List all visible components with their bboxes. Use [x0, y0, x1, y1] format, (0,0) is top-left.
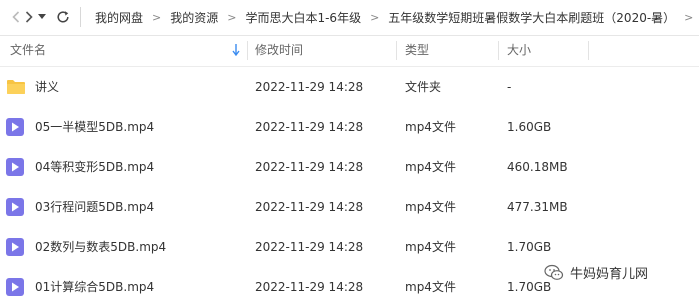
breadcrumb-item-series[interactable]: 学而思大白本1-6年级	[245, 9, 361, 26]
file-type: mp4文件	[405, 120, 456, 134]
column-header-type[interactable]: 类型	[405, 35, 429, 66]
video-file-icon	[6, 158, 24, 176]
chevron-right-icon: >	[227, 11, 237, 24]
chevron-right-icon: >	[152, 11, 162, 24]
folder-icon	[6, 79, 25, 97]
file-type: 文件夹	[405, 80, 442, 94]
watermark-text: 牛妈妈育儿网	[570, 267, 649, 282]
column-header: 文件名 修改时间 类型 大小	[0, 35, 699, 67]
wechat-icon	[544, 264, 564, 282]
file-modified-time: 2022-11-29 14:28	[255, 80, 364, 94]
file-size: 1.70GB	[507, 240, 552, 254]
file-modified-time: 2022-11-29 14:28	[255, 240, 364, 254]
file-name[interactable]: 讲义	[35, 67, 59, 107]
video-file-icon	[6, 278, 24, 296]
file-modified-time: 2022-11-29 14:28	[255, 160, 364, 174]
file-name[interactable]: 05一半模型5DB.mp4	[35, 107, 154, 147]
navigation-bar: 我的网盘 > 我的资源 > 学而思大白本1-6年级 > 五年级数学短期班暑假数学…	[0, 0, 699, 36]
forward-icon[interactable]	[22, 8, 36, 26]
breadcrumb-item-my-netdisk[interactable]: 我的网盘	[95, 9, 143, 26]
file-row[interactable]: 02数列与数表5DB.mp4 2022-11-29 14:28 mp4文件 1.…	[0, 227, 699, 267]
column-header-size[interactable]: 大小	[507, 35, 531, 66]
file-name[interactable]: 01计算综合5DB.mp4	[35, 267, 154, 307]
video-file-icon	[6, 238, 24, 256]
watermark: 牛妈妈育儿网	[544, 263, 648, 282]
file-row[interactable]: 讲义 2022-11-29 14:28 文件夹 -	[0, 67, 699, 107]
sort-descending-icon[interactable]	[232, 44, 240, 58]
file-type: mp4文件	[405, 240, 456, 254]
file-type: mp4文件	[405, 160, 456, 174]
column-divider[interactable]	[498, 41, 499, 60]
column-divider[interactable]	[588, 41, 589, 60]
file-name[interactable]: 04等积变形5DB.mp4	[35, 147, 154, 187]
file-name[interactable]: 03行程问题5DB.mp4	[35, 187, 154, 227]
file-modified-time: 2022-11-29 14:28	[255, 200, 364, 214]
file-row[interactable]: 05一半模型5DB.mp4 2022-11-29 14:28 mp4文件 1.6…	[0, 107, 699, 147]
column-header-name[interactable]: 文件名	[10, 35, 246, 66]
toolbar-divider	[80, 7, 81, 27]
file-size: -	[507, 80, 512, 94]
breadcrumb-item-my-resources[interactable]: 我的资源	[170, 9, 218, 26]
file-row[interactable]: 04等积变形5DB.mp4 2022-11-29 14:28 mp4文件 460…	[0, 147, 699, 187]
file-name[interactable]: 02数列与数表5DB.mp4	[35, 227, 166, 267]
breadcrumb-item-current-folder[interactable]: 五年级数学短期班暑假数学大白本刷题班（2020-暑）	[388, 9, 675, 26]
chevron-right-icon[interactable]: >	[684, 11, 693, 24]
file-row[interactable]: 03行程问题5DB.mp4 2022-11-29 14:28 mp4文件 477…	[0, 187, 699, 227]
video-file-icon	[6, 198, 24, 216]
file-modified-time: 2022-11-29 14:28	[255, 120, 364, 134]
chevron-right-icon: >	[370, 11, 380, 24]
file-type: mp4文件	[405, 200, 456, 214]
column-divider[interactable]	[247, 41, 248, 60]
refresh-icon[interactable]	[54, 8, 72, 26]
file-size: 1.60GB	[507, 120, 552, 134]
history-dropdown-icon[interactable]	[36, 8, 48, 26]
video-file-icon	[6, 118, 24, 136]
breadcrumb: 我的网盘 > 我的资源 > 学而思大白本1-6年级 > 五年级数学短期班暑假数学…	[95, 9, 699, 26]
file-type: mp4文件	[405, 280, 456, 294]
file-size: 460.18MB	[507, 160, 568, 174]
file-modified-time: 2022-11-29 14:28	[255, 280, 364, 294]
column-divider[interactable]	[396, 41, 397, 60]
file-size: 477.31MB	[507, 200, 568, 214]
column-header-time[interactable]: 修改时间	[255, 35, 303, 66]
